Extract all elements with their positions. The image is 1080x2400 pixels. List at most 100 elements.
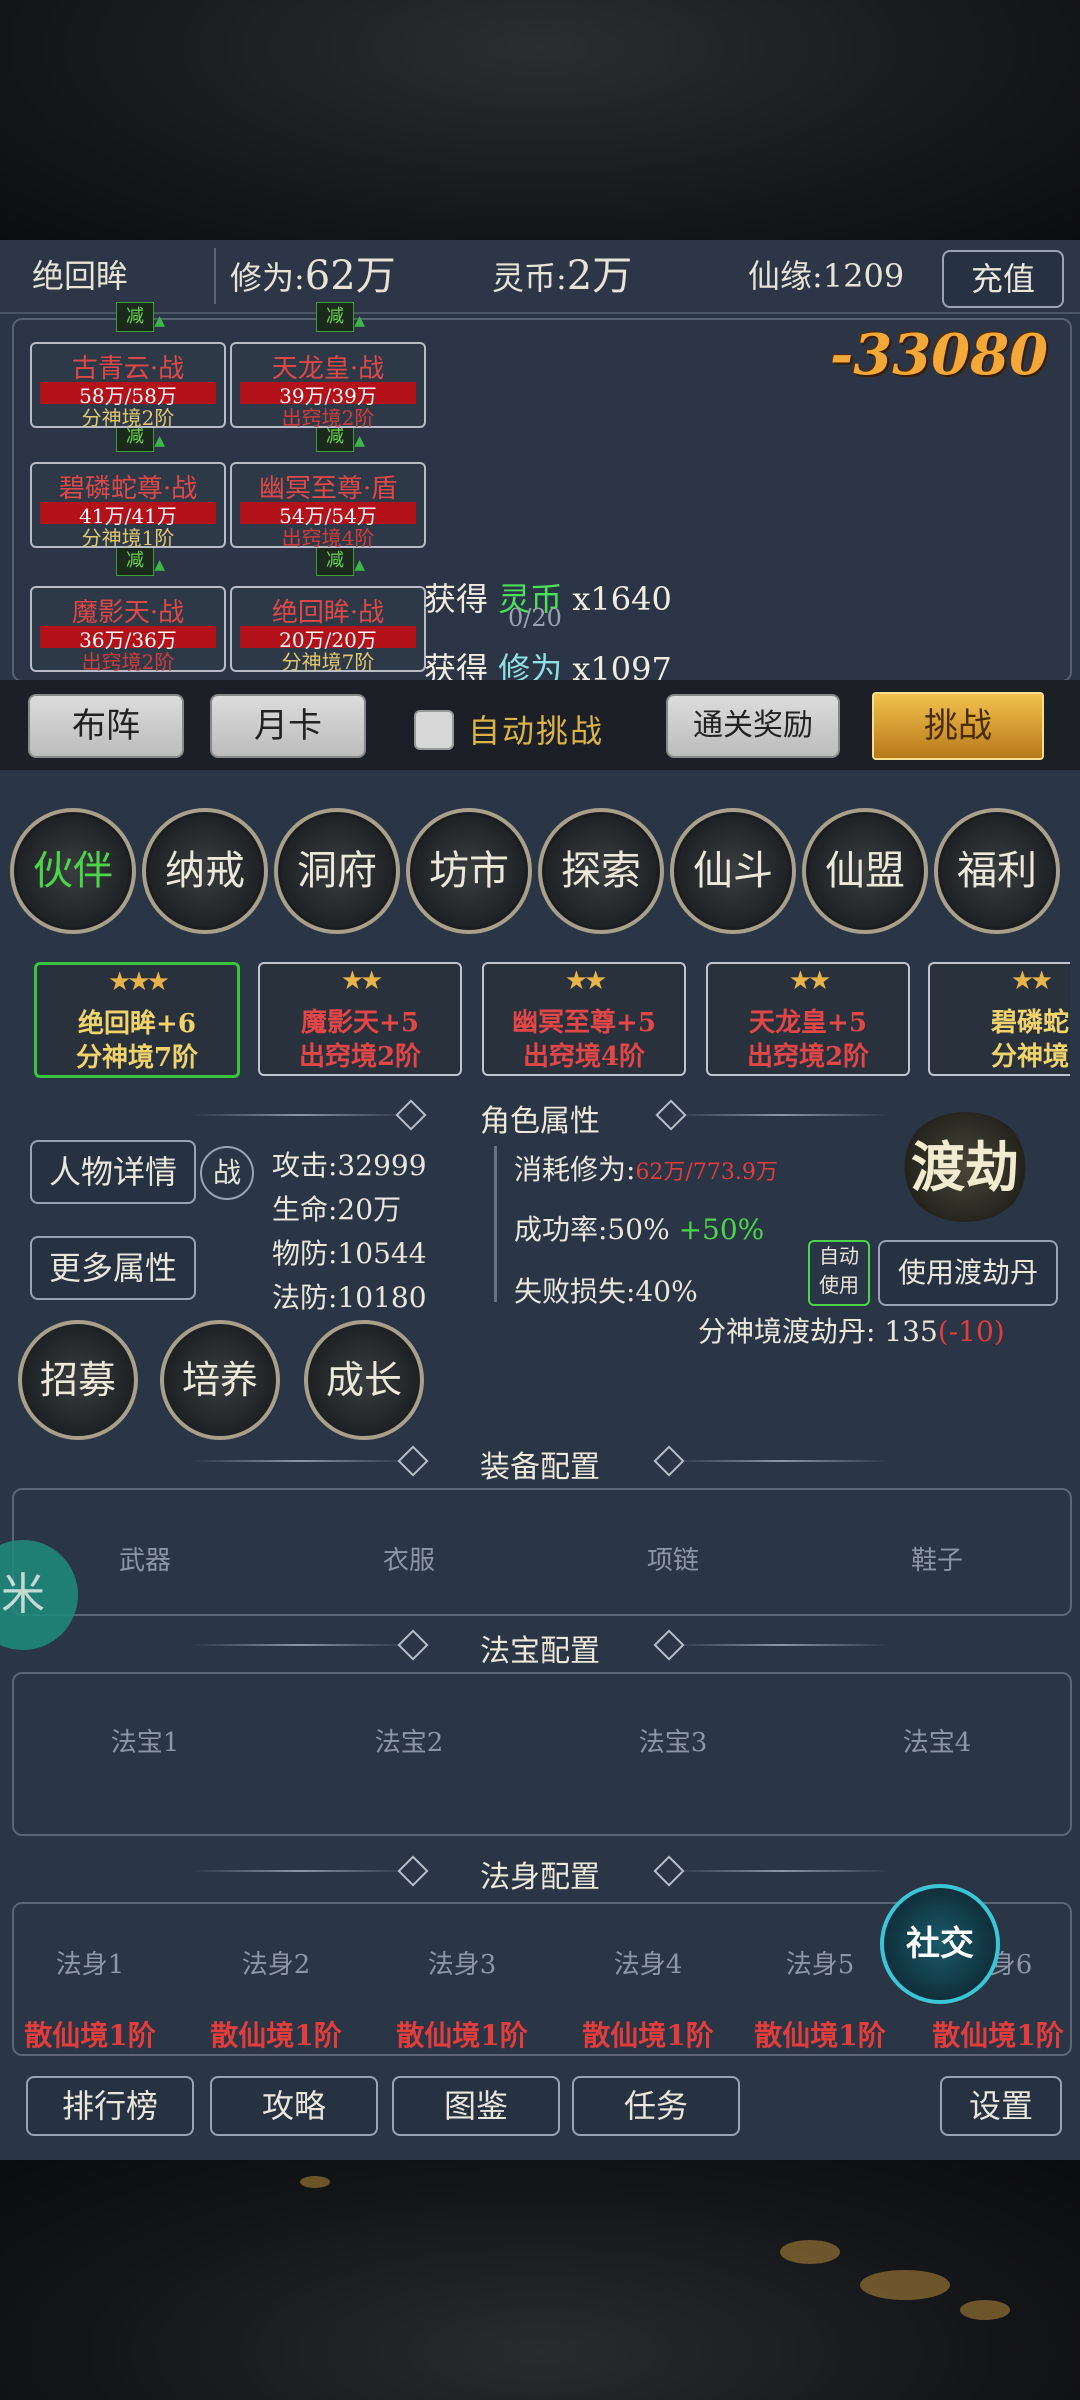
body-slot-4[interactable]: 法身4	[568, 1944, 728, 1981]
body-slot-2[interactable]: 法身2	[196, 1944, 356, 1981]
buff-down-icon: 减	[116, 302, 165, 335]
battle-unit-card[interactable]: 幽冥至尊·盾 54万/54万 出窍境4阶	[230, 462, 426, 550]
tribulation-button[interactable]: 渡劫	[900, 1112, 1030, 1222]
battle-unit-card[interactable]: 碧磷蛇尊·战 41万/41万 分神境1阶	[30, 462, 226, 550]
monthly-card-button[interactable]: 月卡	[210, 694, 366, 758]
grow-button[interactable]: 成长	[304, 1320, 424, 1440]
section-divider	[672, 1870, 892, 1872]
treasure-slot-3[interactable]: 法宝3	[588, 1722, 758, 1759]
section-divider	[672, 1114, 892, 1116]
character-details-button[interactable]: 人物详情	[30, 1140, 196, 1204]
recharge-button[interactable]: 充值	[942, 250, 1064, 308]
gain-amount: x1640	[572, 580, 672, 618]
more-attributes-button[interactable]: 更多属性	[30, 1236, 196, 1300]
divider	[494, 1146, 497, 1302]
body-realm: 散仙境1阶	[932, 2019, 1064, 2052]
necklace-slot[interactable]: 项链	[588, 1540, 758, 1577]
star-rating-icon: ★★★	[108, 967, 170, 997]
lingbi-label: 灵币:	[492, 259, 567, 297]
nav-immortal-fight[interactable]: 仙斗	[670, 808, 796, 934]
body-realm: 散仙境1阶	[754, 2019, 886, 2052]
body-realm: 散仙境1阶	[582, 2019, 714, 2052]
companion-realm: 出窍境4阶	[522, 1042, 646, 1072]
companion-card[interactable]: ★★ 碧磷蛇 分神境	[928, 962, 1070, 1076]
equipment-title: 装备配置	[480, 1450, 600, 1485]
buff-down-icon: 减	[316, 302, 365, 335]
nav-storage-ring[interactable]: 纳戒	[142, 808, 268, 934]
companion-realm: 出窍境2阶	[298, 1042, 422, 1072]
cost-label: 消耗修为:	[514, 1153, 636, 1186]
pill-count: 135	[884, 1315, 938, 1348]
treasure-slot-2[interactable]: 法宝2	[324, 1722, 494, 1759]
tasks-button[interactable]: 任务	[572, 2076, 740, 2136]
cost-value: 62万/773.9万	[635, 1160, 778, 1185]
unit-realm: 分神境1阶	[81, 526, 175, 550]
xiuwei-value: 62万	[304, 253, 396, 299]
settings-button[interactable]: 设置	[940, 2076, 1062, 2136]
pill-count-row: 分神境渡劫丹: 135(-10)	[698, 1310, 1005, 1350]
treasure-slot-1[interactable]: 法宝1	[60, 1722, 230, 1759]
battle-unit-card[interactable]: 魔影天·战 36万/36万 出窍境2阶	[30, 586, 226, 674]
body-realm: 散仙境1阶	[396, 2019, 528, 2052]
auto-challenge-checkbox[interactable]	[414, 710, 454, 750]
body-slot-1[interactable]: 法身1	[10, 1944, 170, 1981]
body-realm: 散仙境1阶	[24, 2019, 156, 2052]
treasures-title: 法宝配置	[480, 1634, 600, 1669]
pill-label: 分神境渡劫丹:	[698, 1315, 876, 1348]
clothing-slot[interactable]: 衣服	[324, 1540, 494, 1577]
auto-use-toggle[interactable]: 自动使用	[808, 1240, 870, 1306]
companion-card[interactable]: ★★ 天龙皇+5 出窍境2阶	[706, 962, 910, 1076]
battle-unit-card[interactable]: 绝回眸·战 20万/20万 分神境7阶	[230, 586, 426, 674]
nav-alliance[interactable]: 仙盟	[802, 808, 928, 934]
unit-realm: 出窍境2阶	[81, 650, 175, 674]
nav-explore[interactable]: 探索	[538, 808, 664, 934]
use-pill-button[interactable]: 使用渡劫丹	[878, 1240, 1058, 1306]
companion-name: 幽冥至尊+5	[512, 1008, 656, 1038]
recruit-button[interactable]: 招募	[18, 1320, 138, 1440]
battle-tag[interactable]: 战	[200, 1146, 254, 1200]
attack-stat: 攻击:32999	[272, 1149, 427, 1182]
unit-realm: 分神境2阶	[81, 406, 175, 430]
nav-cave[interactable]: 洞府	[274, 808, 400, 934]
life-stat: 生命:20万	[272, 1193, 402, 1226]
weapon-slot[interactable]: 武器	[60, 1540, 230, 1577]
battle-unit-card[interactable]: 古青云·战 58万/58万 分神境2阶	[30, 342, 226, 430]
body-realm: 散仙境1阶	[210, 2019, 342, 2052]
shoes-slot[interactable]: 鞋子	[852, 1540, 1022, 1577]
companion-name: 绝回眸+6	[78, 1009, 196, 1039]
challenge-button[interactable]: 挑战	[872, 692, 1044, 760]
companion-card[interactable]: ★★ 魔影天+5 出窍境2阶	[258, 962, 462, 1076]
companion-realm: 分神境	[990, 1042, 1069, 1072]
pill-delta: (-10)	[937, 1315, 1005, 1348]
unit-realm: 出窍境4阶	[281, 526, 375, 550]
nav-welfare[interactable]: 福利	[934, 808, 1060, 934]
companion-realm: 分神境7阶	[75, 1043, 199, 1073]
star-rating-icon: ★★	[788, 966, 832, 996]
background-top	[0, 0, 1080, 240]
success-row: 成功率:50% +50%	[514, 1208, 764, 1248]
companion-card[interactable]: ★★★ 绝回眸+6 分神境7阶	[34, 962, 240, 1078]
player-name: 绝回眸	[32, 257, 129, 295]
body-slot-5[interactable]: 法身5	[740, 1944, 900, 1981]
treasure-slot-4[interactable]: 法宝4	[852, 1722, 1022, 1759]
companion-name: 天龙皇+5	[749, 1008, 867, 1038]
companion-card[interactable]: ★★ 幽冥至尊+5 出窍境4阶	[482, 962, 686, 1076]
battle-unit-card[interactable]: 天龙皇·战 39万/39万 出窍境2阶	[230, 342, 426, 430]
train-button[interactable]: 培养	[160, 1320, 280, 1440]
social-button[interactable]: 社交	[880, 1884, 1000, 2004]
body-slot-3[interactable]: 法身3	[382, 1944, 542, 1981]
formation-button[interactable]: 布阵	[28, 694, 184, 758]
star-rating-icon: ★★	[1010, 966, 1054, 996]
gain-prefix: 获得	[424, 580, 489, 618]
nav-companion[interactable]: 伙伴	[10, 808, 136, 934]
damage-number: -33080	[830, 322, 1049, 388]
success-label: 成功率:50%	[514, 1213, 670, 1246]
guide-button[interactable]: 攻略	[210, 2076, 378, 2136]
atlas-button[interactable]: 图鉴	[392, 2076, 560, 2136]
clear-reward-button[interactable]: 通关奖励	[666, 694, 840, 758]
companion-name: 碧磷蛇	[990, 1008, 1069, 1038]
nav-market[interactable]: 坊市	[406, 808, 532, 934]
ranking-button[interactable]: 排行榜	[26, 2076, 194, 2136]
magic-def-stat: 法防:10180	[272, 1281, 427, 1314]
auto-challenge-label: 自动挑战	[468, 712, 605, 750]
